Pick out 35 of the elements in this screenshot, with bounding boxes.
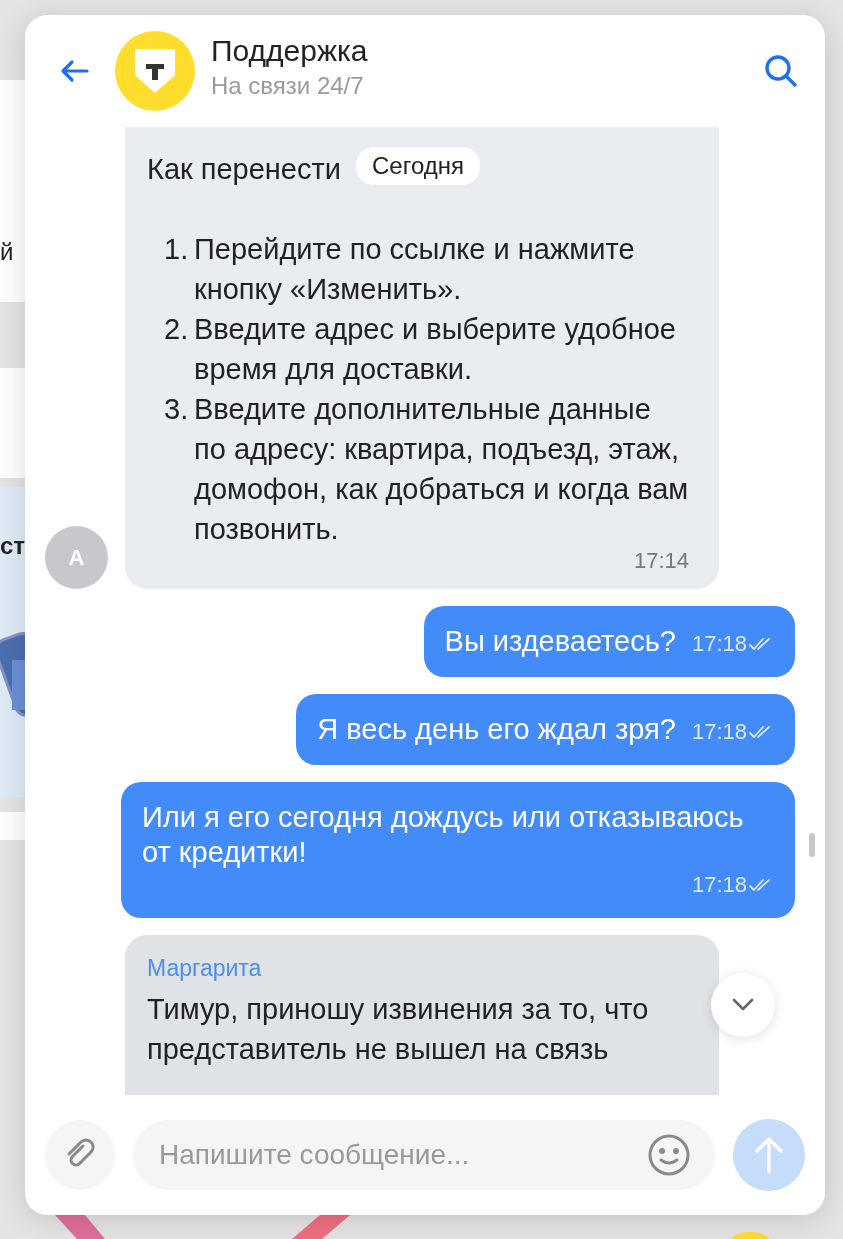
emoji-button[interactable] [647, 1133, 691, 1177]
shield-icon [135, 49, 175, 93]
ring-segment [292, 1215, 350, 1239]
author-name: Маргарита [147, 955, 263, 981]
date-badge: Сегодня [356, 147, 480, 185]
avatar: A [45, 526, 108, 589]
smiley-icon [647, 1133, 691, 1177]
message-text: Как перенести [147, 152, 341, 187]
message-time: 17:18 [691, 871, 747, 899]
list-item-text: Введите дополнительные данные по адресу: квартира, подъезд, этаж, домофон, как добраться и когда вам позвонить. [194, 392, 689, 547]
message-text: Вы издеваетесь? [444, 624, 676, 659]
message-input[interactable]: Напишите сообщение... [157, 1138, 647, 1172]
ring-segment [55, 1215, 105, 1239]
chat-title: Поддержка [211, 34, 369, 68]
scroll-down-button[interactable] [711, 973, 775, 1037]
message-text: Или я его сегодня дождусь или отказываюсь от кредитки! [142, 800, 745, 870]
chat-status: На связи 24/7 [211, 72, 365, 100]
up-arrow-icon [754, 1136, 784, 1174]
search-icon [764, 54, 798, 88]
back-arrow-icon [60, 59, 90, 83]
list-item-text: Перейдите по ссылке и нажмите кнопку «Изменить». [194, 232, 636, 307]
message-time: 17:14 [632, 549, 689, 573]
message-time: 17:18 [691, 718, 747, 746]
chevron-down-icon [732, 998, 754, 1012]
list-item-text: Введите адрес и выберите удобное время для доставки. [194, 312, 677, 387]
list-number: 1. [164, 232, 190, 267]
list-number: 3. [164, 392, 190, 427]
promo-title: ст [0, 532, 26, 560]
scrollbar-thumb[interactable] [809, 833, 815, 857]
list-number: 2. [164, 312, 190, 347]
message-time: 17:18 [691, 630, 747, 658]
page-text: й [0, 238, 14, 266]
message-field[interactable]: Напишите сообщение... [133, 1120, 715, 1190]
message-text: Тимур, приношу извинения за то, что представитель не вышел на связь [147, 992, 650, 1067]
message-text: Я весь день его ждал зря? [317, 712, 676, 747]
